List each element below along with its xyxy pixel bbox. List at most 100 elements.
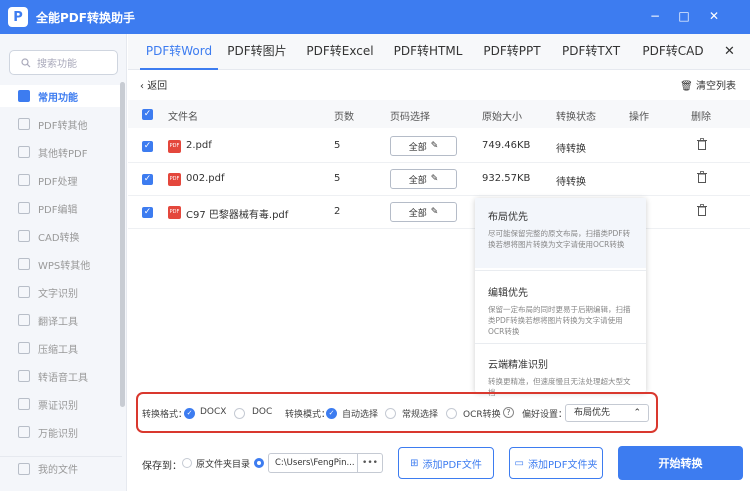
page-range-button[interactable]: 全部 ✎ (390, 202, 457, 222)
option-layout-priority[interactable]: 布局优先 尽可能保留完整的原文布局，扫描类PDF转换若想将图片转换为文字请使用O… (475, 198, 646, 268)
row-checkbox[interactable]: ✓ (142, 174, 153, 185)
app-title: 全能PDF转换助手 (36, 10, 135, 25)
add-pdf-folder-button[interactable]: ▭ 添加PDF文件夹 (509, 447, 603, 479)
pref-label: 偏好设置： (522, 410, 568, 420)
file-size: 932.57KB (482, 173, 531, 184)
sidebar-item-ticket[interactable]: 票证识别 (0, 393, 122, 415)
sidebar-item-ocr[interactable]: 文字识别 (0, 281, 122, 303)
format-docx-radio[interactable]: ✓ (184, 408, 195, 419)
my-files-icon (18, 462, 30, 475)
output-path-text: C:\Users\FengPin... (275, 458, 355, 468)
file-status: 待转换 (556, 177, 586, 188)
tab-pdf-word[interactable]: PDF转Word (140, 34, 218, 70)
trash-icon: 🗑 (680, 81, 696, 92)
divider (475, 343, 646, 344)
option-cloud-ocr[interactable]: 云端精准识别 转换更精准，但速度慢且无法处理超大型文档 (475, 346, 646, 397)
delete-trash-icon[interactable] (697, 204, 707, 216)
source-dir-radio[interactable] (182, 458, 192, 468)
sidebar-item-cad[interactable]: CAD转换 (0, 225, 122, 247)
tab-pdf-ppt[interactable]: PDF转PPT (480, 34, 544, 70)
header-size: 原始大小 (482, 112, 522, 123)
sidebar-scrollbar[interactable] (120, 82, 125, 407)
file-status: 待转换 (556, 144, 586, 155)
compress-icon (18, 342, 30, 354)
mode-auto-radio[interactable]: ✓ (326, 408, 337, 419)
delete-trash-icon[interactable] (697, 171, 707, 183)
tab-pdf-html[interactable]: PDF转HTML (388, 34, 468, 70)
file-pages: 2 (334, 206, 341, 217)
sidebar-item-other-to-pdf[interactable]: 其他转PDF (0, 141, 122, 163)
file-name: C97 巴黎器械有毒.pdf (186, 210, 289, 221)
mode-normal-radio[interactable] (385, 408, 396, 419)
sidebar-item-pdf-to-other[interactable]: PDF转其他 (0, 113, 122, 135)
pdf-edit-icon (18, 202, 30, 214)
sidebar-item-wps[interactable]: WPS转其他 (0, 253, 122, 275)
tab-bar: PDF转Word PDF转图片 PDF转Excel PDF转HTML PDF转P… (128, 34, 750, 70)
file-pages: 5 (334, 140, 341, 151)
sidebar-item-speech[interactable]: 转语音工具 (0, 365, 122, 387)
close-window-button[interactable]: ✕ (707, 9, 721, 23)
mode-auto-label[interactable]: 自动选择 (342, 407, 378, 420)
format-doc-radio[interactable] (234, 408, 245, 419)
edit-icon: ✎ (430, 207, 439, 217)
title-bar: P 全能PDF转换助手 − □ ✕ (0, 0, 750, 34)
translate-icon (18, 314, 30, 326)
common-icon (18, 90, 30, 102)
preference-dropdown: 布局优先 尽可能保留完整的原文布局，扫描类PDF转换若想将图片转换为文字请使用O… (475, 198, 646, 397)
header-range: 页码选择 (390, 112, 430, 123)
sidebar-item-compress[interactable]: 压缩工具 (0, 337, 122, 359)
tabs-close-icon[interactable]: ✕ (724, 44, 735, 59)
file-name: 2.pdf (186, 140, 212, 151)
sidebar-item-common[interactable]: 常用功能 (0, 85, 122, 107)
header-status: 转换状态 (556, 112, 596, 123)
page-range-button[interactable]: 全部 ✎ (390, 169, 457, 189)
format-doc-label[interactable]: DOC (252, 407, 272, 417)
sidebar-item-my-files[interactable]: 我的文件 (0, 456, 122, 480)
tab-pdf-txt[interactable]: PDF转TXT (558, 34, 624, 70)
row-checkbox[interactable]: ✓ (142, 207, 153, 218)
minimize-button[interactable]: − (648, 9, 662, 23)
restore-button[interactable]: □ (677, 9, 691, 23)
pdf-to-other-icon (18, 118, 30, 130)
start-convert-button[interactable]: 开始转换 (618, 446, 743, 480)
format-docx-label[interactable]: DOCX (200, 407, 226, 417)
page-range-button[interactable]: 全部 ✎ (390, 136, 457, 156)
folder-icon: ▭ (514, 457, 524, 469)
header-name: 文件名 (168, 112, 198, 123)
header-pages: 页数 (334, 112, 354, 123)
browse-button[interactable]: ••• (357, 454, 382, 472)
clear-list-button[interactable]: 🗑 清空列表 (680, 77, 736, 92)
source-dir-label[interactable]: 原文件夹目录 (196, 457, 250, 470)
file-name: 002.pdf (186, 173, 225, 184)
output-path-field[interactable]: C:\Users\FengPin... ••• (268, 453, 383, 473)
tab-pdf-excel[interactable]: PDF转Excel (304, 34, 376, 70)
speech-icon (18, 370, 30, 382)
tab-pdf-image[interactable]: PDF转图片 (224, 34, 290, 70)
option-edit-priority[interactable]: 编辑优先 保留一定布局的同时更易于后期编辑，扫描类PDF转换若想将图片转换为文字… (475, 274, 646, 340)
table-row: ✓ PDF 002.pdf 5 全部 ✎ 932.57KB 待转换 (128, 163, 750, 196)
sub-toolbar: ‹ 返回 🗑 清空列表 (128, 70, 750, 98)
sidebar-item-pdf-process[interactable]: PDF处理 (0, 169, 122, 191)
mode-ocr-label[interactable]: OCR转换 (463, 407, 501, 420)
mode-ocr-radio[interactable] (446, 408, 457, 419)
edit-icon: ✎ (430, 174, 439, 184)
tab-pdf-cad[interactable]: PDF转CAD (638, 34, 708, 70)
select-all-checkbox[interactable]: ✓ (142, 109, 153, 120)
back-button[interactable]: ‹ 返回 (140, 77, 167, 92)
sidebar-item-pdf-edit[interactable]: PDF编辑 (0, 197, 122, 219)
mode-normal-label[interactable]: 常规选择 (402, 407, 438, 420)
add-pdf-file-button[interactable]: ⊞ 添加PDF文件 (398, 447, 494, 479)
help-icon[interactable]: ? (503, 407, 514, 418)
delete-trash-icon[interactable] (697, 138, 707, 150)
custom-dir-radio[interactable] (254, 458, 264, 468)
sidebar-scroll-thumb[interactable] (120, 82, 125, 407)
cad-icon (18, 230, 30, 242)
search-input[interactable]: 搜索功能 (9, 50, 118, 75)
row-checkbox[interactable]: ✓ (142, 141, 153, 152)
sidebar-item-universal[interactable]: 万能识别 (0, 421, 122, 443)
search-placeholder: 搜索功能 (37, 59, 77, 70)
preference-select[interactable]: 布局优先 ⌃ (565, 404, 649, 422)
table-row: ✓ PDF C97 巴黎器械有毒.pdf 2 全部 ✎ (128, 196, 750, 229)
pdf-file-icon: PDF (168, 206, 181, 219)
sidebar-item-translate[interactable]: 翻译工具 (0, 309, 122, 331)
